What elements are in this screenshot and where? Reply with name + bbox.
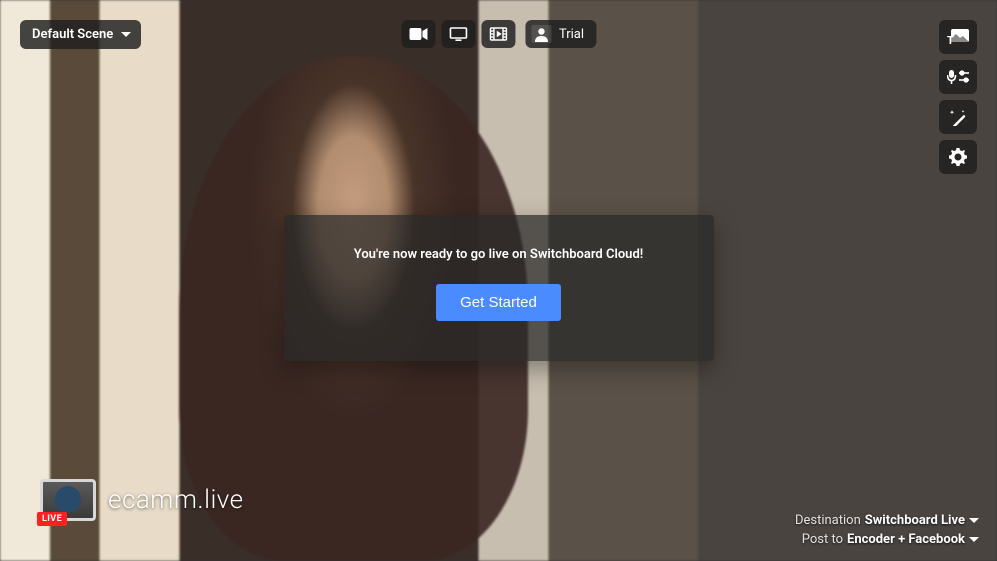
ready-modal-message: You're now ready to go live on Switchboa… (304, 247, 694, 262)
video-file-button[interactable] (481, 20, 515, 48)
destination-panel: Destination Switchboard Live Post to Enc… (795, 511, 979, 549)
camera-source-button[interactable] (401, 20, 435, 48)
destination-dropdown[interactable]: Destination Switchboard Live (795, 511, 979, 530)
watermark-brand: ecamm.live (108, 485, 244, 515)
get-started-button[interactable]: Get Started (436, 284, 561, 321)
source-toolbar: Trial (401, 20, 596, 48)
overlay-toolbar: T (939, 20, 977, 174)
effects-button[interactable] (939, 100, 977, 134)
chevron-down-icon (969, 537, 979, 542)
svg-text:T: T (947, 34, 954, 45)
scene-selector-label: Default Scene (32, 27, 113, 42)
chevron-down-icon (121, 32, 131, 37)
mic-sliders-icon (947, 69, 969, 85)
ready-modal: You're now ready to go live on Switchboa… (284, 215, 714, 361)
picture-text-icon: T (947, 29, 969, 45)
person-icon (531, 25, 551, 43)
magic-wand-icon (949, 108, 967, 126)
scene-selector-dropdown[interactable]: Default Scene (20, 20, 141, 49)
chevron-down-icon (969, 518, 979, 523)
image-overlay-button[interactable]: T (939, 20, 977, 54)
audio-settings-button[interactable] (939, 60, 977, 94)
destination-label: Destination (795, 513, 861, 528)
account-label: Trial (559, 27, 584, 42)
watermark-logo: LIVE (40, 479, 96, 521)
settings-button[interactable] (939, 140, 977, 174)
live-badge: LIVE (37, 512, 67, 526)
video-camera-icon (409, 28, 427, 40)
screen-share-button[interactable] (441, 20, 475, 48)
post-to-value: Encoder + Facebook (847, 532, 965, 547)
post-to-label: Post to (802, 532, 843, 547)
destination-value: Switchboard Live (865, 513, 965, 528)
gear-icon (949, 148, 967, 166)
account-button[interactable]: Trial (525, 20, 596, 48)
monitor-icon (449, 27, 467, 41)
watermark: LIVE ecamm.live (40, 479, 244, 521)
film-icon (489, 27, 507, 41)
post-to-dropdown[interactable]: Post to Encoder + Facebook (795, 530, 979, 549)
